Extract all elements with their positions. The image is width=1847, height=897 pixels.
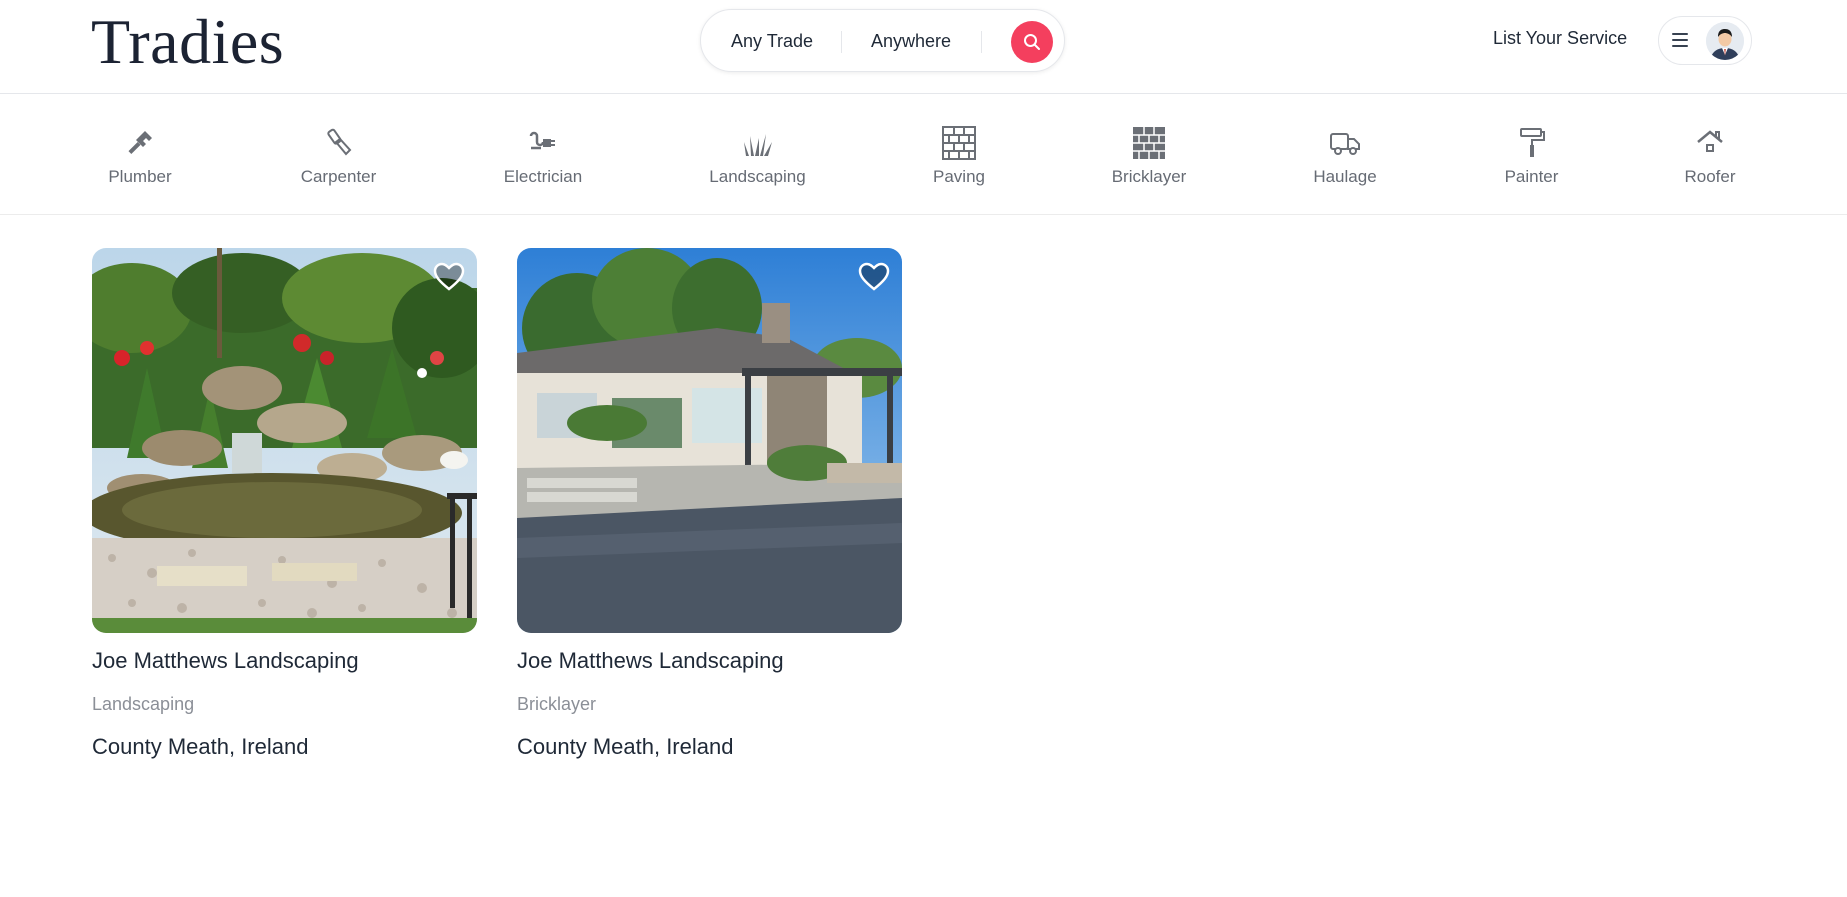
plug-icon — [523, 125, 563, 161]
category-bar: Plumber Carpenter Electrician Landscapin… — [0, 95, 1847, 215]
top-navbar: Tradies Any Trade Anywhere List Your Ser… — [0, 0, 1847, 94]
category-label: Plumber — [108, 167, 172, 186]
category-carpenter[interactable]: Carpenter — [297, 125, 380, 187]
search-button[interactable] — [1011, 21, 1053, 63]
listing-card[interactable]: Joe Matthews Landscaping Landscaping Cou… — [92, 248, 477, 759]
search-divider — [841, 31, 842, 53]
listing-location: County Meath, Ireland — [92, 734, 309, 759]
category-label: Paving — [933, 167, 985, 186]
brick-wall-icon — [1129, 125, 1169, 161]
listing-photo[interactable] — [517, 248, 902, 633]
listing-card[interactable]: Joe Matthews Landscaping Bricklayer Coun… — [517, 248, 902, 759]
category-label: Bricklayer — [1111, 167, 1187, 186]
trade-filter[interactable]: Any Trade — [731, 10, 813, 73]
site-logo[interactable]: Tradies — [91, 6, 284, 78]
category-label: Roofer — [1684, 167, 1736, 186]
roof-icon — [1690, 125, 1730, 161]
avatar — [1706, 22, 1744, 60]
menu-icon — [1672, 33, 1688, 47]
category-label: Painter — [1504, 167, 1559, 186]
listing-title: Joe Matthews Landscaping — [92, 648, 359, 673]
category-bricklayer[interactable]: Bricklayer — [1110, 125, 1188, 187]
search-icon — [1024, 34, 1040, 50]
listing-category: Landscaping — [92, 694, 195, 714]
paint-roller-icon — [1512, 125, 1552, 161]
category-paving[interactable]: Paving — [932, 125, 986, 187]
listing-title: Joe Matthews Landscaping — [517, 648, 784, 673]
category-plumber[interactable]: Plumber — [102, 125, 178, 187]
favorite-heart-icon[interactable] — [858, 262, 890, 292]
category-label: Electrician — [503, 167, 583, 186]
paving-icon — [939, 125, 979, 161]
search-divider — [981, 31, 982, 53]
listing-photo[interactable] — [92, 248, 477, 633]
category-electrician[interactable]: Electrician — [501, 125, 585, 187]
category-label: Haulage — [1313, 167, 1377, 186]
category-painter[interactable]: Painter — [1502, 125, 1561, 187]
search-bar[interactable]: Any Trade Anywhere — [700, 9, 1065, 72]
listing-location: County Meath, Ireland — [517, 734, 734, 759]
category-haulage[interactable]: Haulage — [1312, 125, 1378, 187]
category-roofer[interactable]: Roofer — [1683, 125, 1737, 187]
list-your-service-link[interactable]: List Your Service — [1493, 28, 1627, 49]
favorite-heart-icon[interactable] — [433, 262, 465, 292]
chisel-icon — [319, 125, 359, 161]
truck-icon — [1325, 125, 1365, 161]
listing-category: Bricklayer — [517, 694, 597, 714]
category-landscaping[interactable]: Landscaping — [708, 125, 807, 187]
wrench-icon — [120, 125, 160, 161]
location-filter[interactable]: Anywhere — [871, 10, 951, 73]
grass-icon — [738, 125, 778, 161]
category-label: Landscaping — [709, 167, 806, 186]
category-label: Carpenter — [300, 167, 377, 186]
user-menu-button[interactable] — [1658, 16, 1752, 65]
